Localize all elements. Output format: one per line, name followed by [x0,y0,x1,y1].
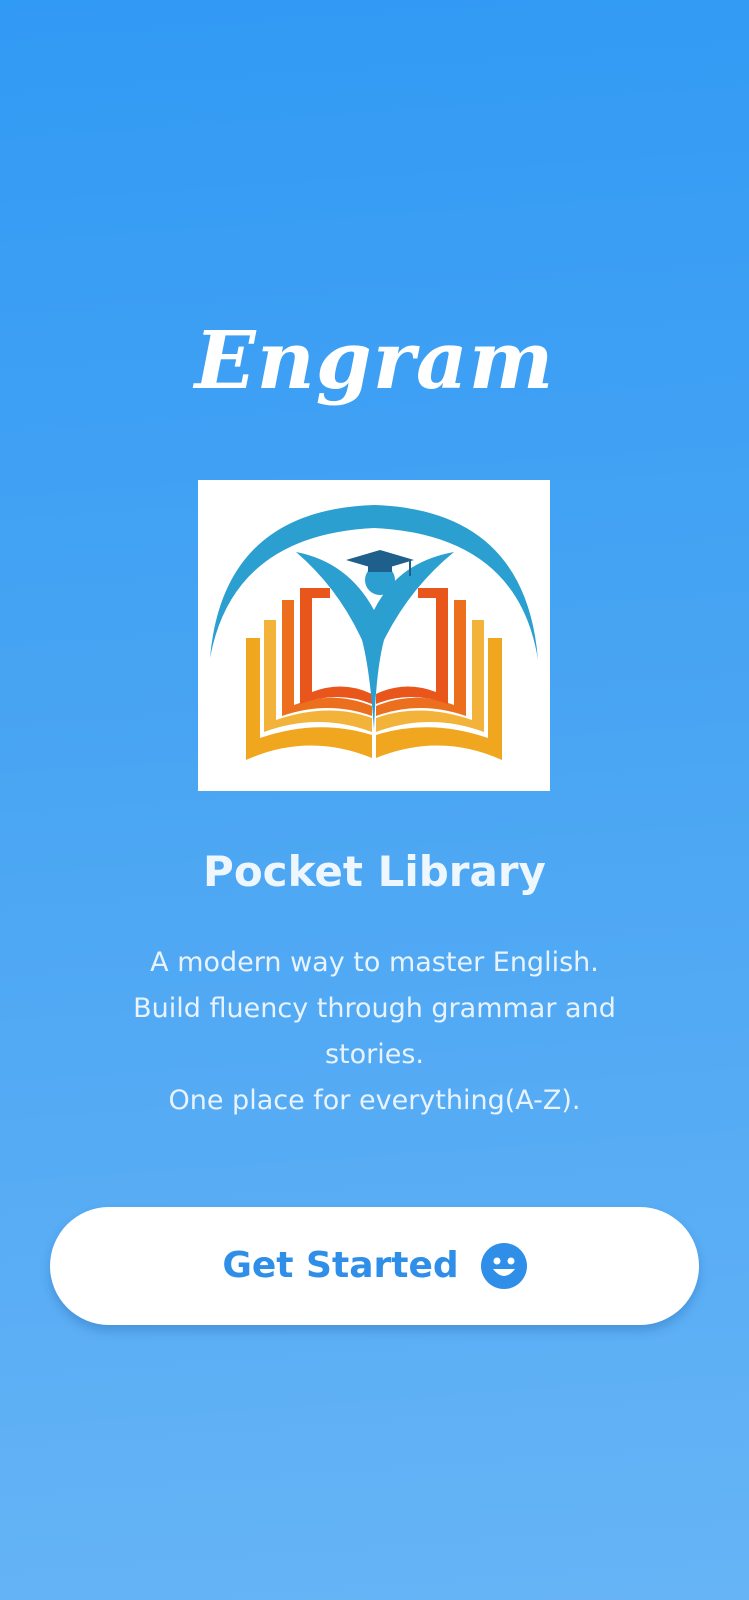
app-description: A modern way to master English. Build fl… [74,940,675,1124]
get-started-button[interactable]: Get Started [50,1207,699,1325]
app-logo [198,480,550,791]
book-student-logo-icon [210,505,538,760]
description-line: Build fluency through grammar and [133,993,616,1024]
description-line: A modern way to master English. [150,947,599,978]
description-line: stories. [324,1039,425,1070]
description-line: One place for everything(A-Z). [168,1085,581,1116]
get-started-label: Get Started [222,1245,459,1286]
app-title: Engram [194,313,555,407]
page-subtitle: Pocket Library [203,847,546,896]
smiley-icon [480,1243,527,1289]
